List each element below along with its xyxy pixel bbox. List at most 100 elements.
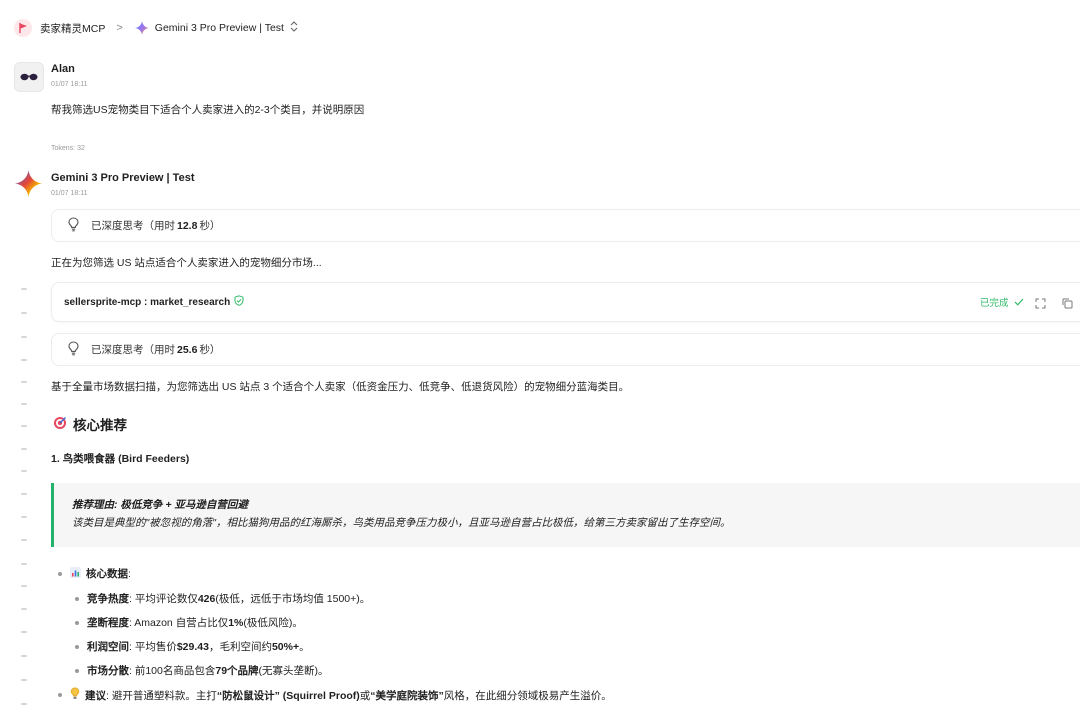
section-heading: 核心推荐 xyxy=(53,414,127,434)
user-message-text: 帮我筛选US宠物类目下适合个人卖家进入的2-3个类目，并说明原因 xyxy=(51,104,365,116)
metric-label: 竞争热度 xyxy=(87,593,129,605)
metric-item: 竞争热度: 平均评论数仅 426 (极低，远低于市场均值 1500+)。 xyxy=(75,591,370,606)
token-count: Tokens: 32 xyxy=(51,145,85,152)
rail-marker[interactable] xyxy=(21,381,27,383)
rail-marker[interactable] xyxy=(21,516,27,518)
copy-icon[interactable] xyxy=(1062,296,1073,314)
bar-chart-icon xyxy=(70,566,81,581)
assistant-message-time: 01/07 18:11 xyxy=(51,190,88,197)
thinking-card-2[interactable]: 已深度思考（用时 25.6 秒） xyxy=(51,333,1080,366)
rail-marker[interactable] xyxy=(21,403,27,405)
rail-marker[interactable] xyxy=(21,703,27,705)
rail-marker[interactable] xyxy=(21,312,27,314)
metric-label: 利润空间 xyxy=(87,641,129,653)
metric-value: 1% xyxy=(228,616,244,629)
bullet-dot xyxy=(75,668,79,673)
metric-value: 50%+ xyxy=(271,640,300,653)
metric-label: 市场分散 xyxy=(87,665,129,677)
rail-marker[interactable] xyxy=(21,585,27,587)
breadcrumb: 卖家精灵MCP > Gemini 3 Pro Preview | Test xyxy=(14,17,304,39)
bullet-dot xyxy=(58,571,62,576)
updown-chevron-icon[interactable] xyxy=(290,21,304,35)
advice-highlight: “防松鼠设计” (Squirrel Proof) xyxy=(216,689,360,702)
target-icon xyxy=(53,416,67,433)
bullet-dot xyxy=(58,693,62,697)
tool-call-title: sellersprite-mcp : market_research xyxy=(64,295,244,309)
metric-label: 垄断程度 xyxy=(87,617,129,629)
metric-text: : Amazon 自营占比仅 xyxy=(129,617,229,629)
advice-text: 风格，在此细分领域极易产生溢价。 xyxy=(443,689,612,702)
check-icon xyxy=(1014,298,1024,309)
rail-marker[interactable] xyxy=(21,631,27,633)
rail-marker[interactable] xyxy=(21,539,27,541)
lightbulb-icon xyxy=(68,340,79,359)
user-name: Alan xyxy=(51,63,75,75)
item-title: 1. 鸟类喂食器 (Bird Feeders) xyxy=(51,453,190,465)
tool-status: 已完成 xyxy=(980,295,1024,309)
user-message-time: 01/07 18:11 xyxy=(51,81,88,88)
tool-status-text: 已完成 xyxy=(980,298,1009,309)
metric-note: (极低风险)。 xyxy=(243,617,303,629)
advice-bullet: 建议: 避开普通塑料款。主打 “防松鼠设计” (Squirrel Proof) … xyxy=(58,687,612,703)
metric-item: 市场分散: 前100名商品包含 79个品牌 (无寡头垄断)。 xyxy=(75,663,329,678)
thinking-prefix: 已深度思考（用时 xyxy=(91,220,175,232)
expand-icon[interactable] xyxy=(1035,296,1046,314)
chevron-right-icon: > xyxy=(116,22,123,34)
gemini-sparkle-icon xyxy=(134,21,149,35)
rail-marker[interactable] xyxy=(21,336,27,338)
tool-call-name: sellersprite-mcp : market_research xyxy=(64,296,231,308)
breadcrumb-workspace[interactable]: 卖家精灵MCP xyxy=(40,21,105,36)
rail-marker[interactable] xyxy=(21,655,27,657)
lightbulb-icon xyxy=(70,687,80,703)
shield-check-icon xyxy=(234,295,244,309)
tool-call-card[interactable]: sellersprite-mcp : market_research 已完成 xyxy=(51,282,1080,322)
user-avatar xyxy=(14,62,44,92)
gemini-avatar-icon xyxy=(15,170,42,202)
rail-marker[interactable] xyxy=(21,493,27,495)
metric-item: 垄断程度: Amazon 自营占比仅 1% (极低风险)。 xyxy=(75,615,303,630)
advice-highlight: “美学庭院装饰” xyxy=(370,689,444,702)
core-data-bullet: 核心数据: xyxy=(58,566,131,581)
rail-marker[interactable] xyxy=(21,470,27,472)
thinking-duration: 25.6 xyxy=(177,343,198,356)
quote-title: 推荐理由: 极低竞争 + 亚马逊自营回避 xyxy=(72,499,248,511)
core-data-colon: : xyxy=(128,567,131,580)
metric-note: (无寡头垄断)。 xyxy=(258,665,329,677)
metric-text: : 平均售价 xyxy=(129,641,177,653)
rail-marker[interactable] xyxy=(21,425,27,427)
metric-value: 79个品牌 xyxy=(215,665,259,677)
recommendation-quote: 推荐理由: 极低竞争 + 亚马逊自营回避 该类目是典型的"被忽视的角落"，相比猫… xyxy=(51,483,1080,547)
metric-note: 。 xyxy=(299,641,310,653)
lightbulb-icon xyxy=(68,216,79,235)
advice-label: 建议 xyxy=(85,689,106,702)
metric-text: ，毛利空间约 xyxy=(208,641,272,653)
rail-marker[interactable] xyxy=(21,563,27,565)
model-name: Gemini 3 Pro Preview | Test xyxy=(154,22,284,34)
rail-marker[interactable] xyxy=(21,448,27,450)
sunglasses-icon xyxy=(20,73,38,81)
metric-value: $29.43 xyxy=(176,640,209,653)
metric-value: 426 xyxy=(197,592,216,605)
bullet-dot xyxy=(75,644,79,649)
thinking-duration: 12.8 xyxy=(177,219,198,232)
rail-marker[interactable] xyxy=(21,608,27,610)
quote-body: 该类目是典型的"被忽视的角落"，相比猫狗用品的红海厮杀，鸟类用品竞争压力极小，且… xyxy=(72,517,731,529)
metric-note: (极低，远低于市场均值 1500+)。 xyxy=(215,593,371,605)
metric-text: : 前100名商品包含 xyxy=(129,665,216,677)
bullet-dot xyxy=(75,596,79,601)
rail-marker[interactable] xyxy=(21,359,27,361)
sellersprite-logo-icon xyxy=(14,19,32,37)
assistant-name: Gemini 3 Pro Preview | Test xyxy=(51,172,195,184)
advice-text: 或 xyxy=(359,689,371,702)
rail-marker[interactable] xyxy=(21,679,27,681)
model-selector[interactable]: Gemini 3 Pro Preview | Test xyxy=(134,21,304,35)
rail-marker[interactable] xyxy=(21,288,27,290)
metric-text: : 平均评论数仅 xyxy=(129,593,198,605)
assistant-summary-text: 基于全量市场数据扫描，为您筛选出 US 站点 3 个适合个人卖家（低资金压力、低… xyxy=(51,381,630,393)
assistant-intro-text: 正在为您筛选 US 站点适合个人卖家进入的宠物细分市场... xyxy=(51,257,322,269)
thinking-card-1[interactable]: 已深度思考（用时 12.8 秒） xyxy=(51,209,1080,242)
bullet-dot xyxy=(75,620,79,625)
core-data-label: 核心数据 xyxy=(86,568,128,580)
thinking-suffix: 秒） xyxy=(199,344,221,356)
thinking-prefix: 已深度思考（用时 xyxy=(91,344,175,356)
